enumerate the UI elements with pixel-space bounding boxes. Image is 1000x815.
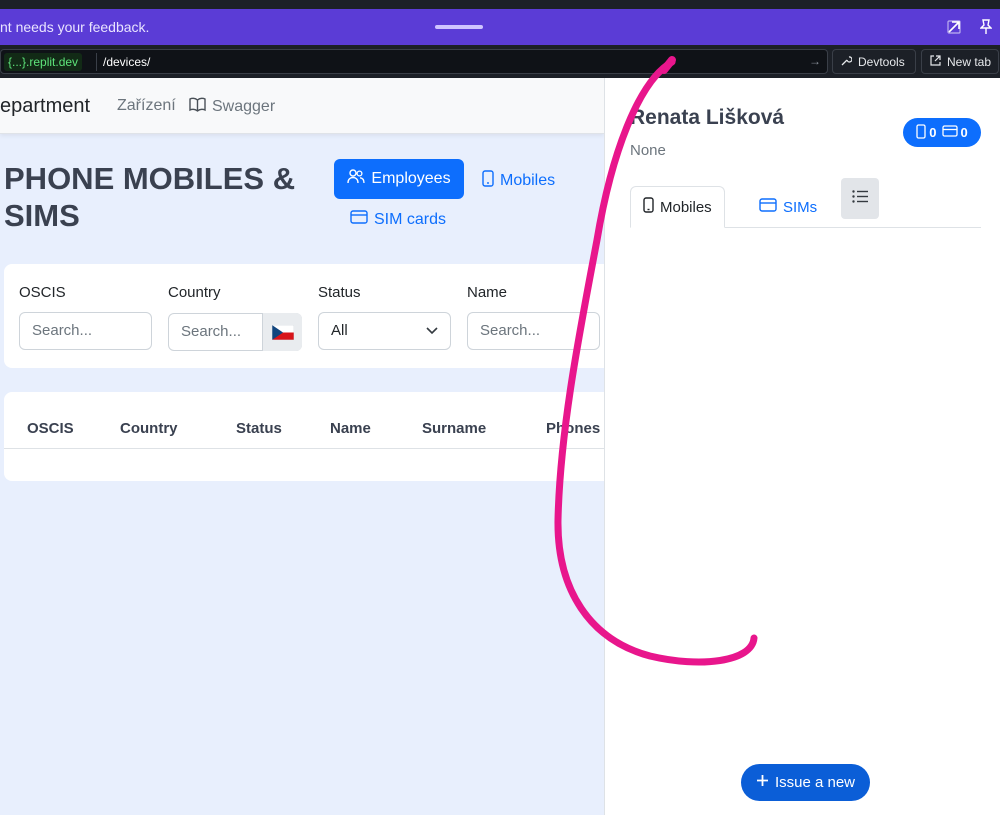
devtools-button[interactable]: Devtools [832, 49, 916, 74]
card-icon [941, 125, 958, 140]
column-header-country[interactable]: Country [120, 420, 178, 437]
arrow-right-icon[interactable]: → [809, 54, 821, 68]
column-header-phones[interactable]: Phones [546, 420, 600, 437]
book-icon [189, 97, 206, 117]
filter-label-oscis: OSCIS [19, 284, 66, 301]
status-value: All [331, 322, 348, 339]
mobiles-button[interactable]: Mobiles [482, 170, 555, 192]
nav-link-label: Zařízení [117, 97, 176, 114]
device-count-badge: 0 0 [903, 118, 981, 147]
external-link-icon[interactable] [944, 17, 964, 37]
employee-detail-panel: Renata Lišková None 0 0 Mobiles SIMs Iss… [604, 78, 1000, 815]
url-input[interactable]: {...}.replit.dev /devices/ → [0, 49, 828, 74]
app-navbar: epartment Zařízení Swagger [0, 78, 604, 134]
wrench-icon [841, 55, 853, 69]
page-title: PHONE MOBILES & SIMS [4, 161, 296, 233]
phone-icon [643, 197, 654, 217]
sim-cards-label: SIM cards [374, 210, 447, 228]
filter-label-name: Name [467, 284, 508, 301]
external-link-icon [930, 54, 941, 69]
feedback-banner: nt needs your feedback. [0, 9, 1000, 45]
name-search-input[interactable]: Search... [467, 312, 600, 350]
window-top-strip [0, 0, 1000, 9]
url-path: /devices/ [103, 55, 151, 69]
url-bar: {...}.replit.dev /devices/ → Devtools Ne… [0, 45, 1000, 78]
column-header-oscis[interactable]: OSCIS [27, 420, 74, 437]
employee-name: Renata Lišková [630, 106, 785, 129]
czech-flag-icon [272, 325, 294, 340]
table-header-divider [4, 448, 604, 449]
employees-table: OSCIS Country Status Name Surname Phones [4, 392, 604, 481]
new-tab-label: New tab [947, 54, 992, 69]
filter-label-status: Status [318, 284, 361, 301]
drag-handle[interactable] [435, 25, 483, 29]
brand-title[interactable]: epartment [0, 95, 90, 118]
oscis-search-input[interactable]: Search... [19, 312, 152, 350]
tab-label: SIMs [783, 198, 818, 216]
card-icon [759, 198, 777, 216]
phone-icon [916, 123, 926, 142]
list-icon [851, 189, 869, 208]
phone-icon [482, 170, 494, 192]
employee-subtitle: None [630, 142, 666, 159]
sim-cards-button[interactable]: SIM cards [350, 210, 446, 229]
column-header-surname[interactable]: Surname [422, 420, 486, 437]
people-icon [347, 169, 366, 189]
tab-mobiles[interactable]: Mobiles [630, 186, 725, 228]
nav-link-label: Swagger [212, 98, 276, 115]
mobiles-count: 0 [929, 125, 937, 140]
status-select[interactable]: All [318, 312, 451, 350]
plus-icon [756, 774, 769, 791]
list-view-button[interactable] [841, 178, 879, 219]
issue-new-button[interactable]: Issue a new [741, 764, 870, 801]
column-header-name[interactable]: Name [330, 420, 371, 437]
issue-new-label: Issue a new [774, 774, 856, 791]
pin-icon[interactable] [976, 17, 996, 37]
flag-addon [262, 313, 302, 351]
column-header-status[interactable]: Status [236, 420, 282, 437]
sims-count: 0 [960, 125, 968, 140]
devtools-label: Devtools [858, 54, 905, 69]
card-icon [350, 210, 368, 229]
tab-sims[interactable]: SIMs [747, 186, 829, 228]
employees-label: Employees [371, 170, 451, 187]
new-tab-button[interactable]: New tab [921, 49, 999, 74]
nav-link-swagger[interactable]: Swagger [189, 97, 275, 117]
filter-label-country: Country [168, 284, 221, 301]
mobiles-label: Mobiles [500, 172, 556, 189]
nav-link-devices[interactable]: Zařízení [117, 97, 176, 115]
employees-button[interactable]: Employees [334, 159, 464, 199]
chevron-down-icon [426, 313, 438, 349]
url-domain: {...}.replit.dev [4, 53, 83, 71]
banner-text: nt needs your feedback. [0, 19, 150, 35]
tab-label: Mobiles [660, 198, 712, 216]
country-placeholder: Search... [181, 323, 242, 340]
url-separator [96, 53, 97, 71]
filter-card: OSCIS Search... Country Search... Status… [4, 264, 604, 368]
